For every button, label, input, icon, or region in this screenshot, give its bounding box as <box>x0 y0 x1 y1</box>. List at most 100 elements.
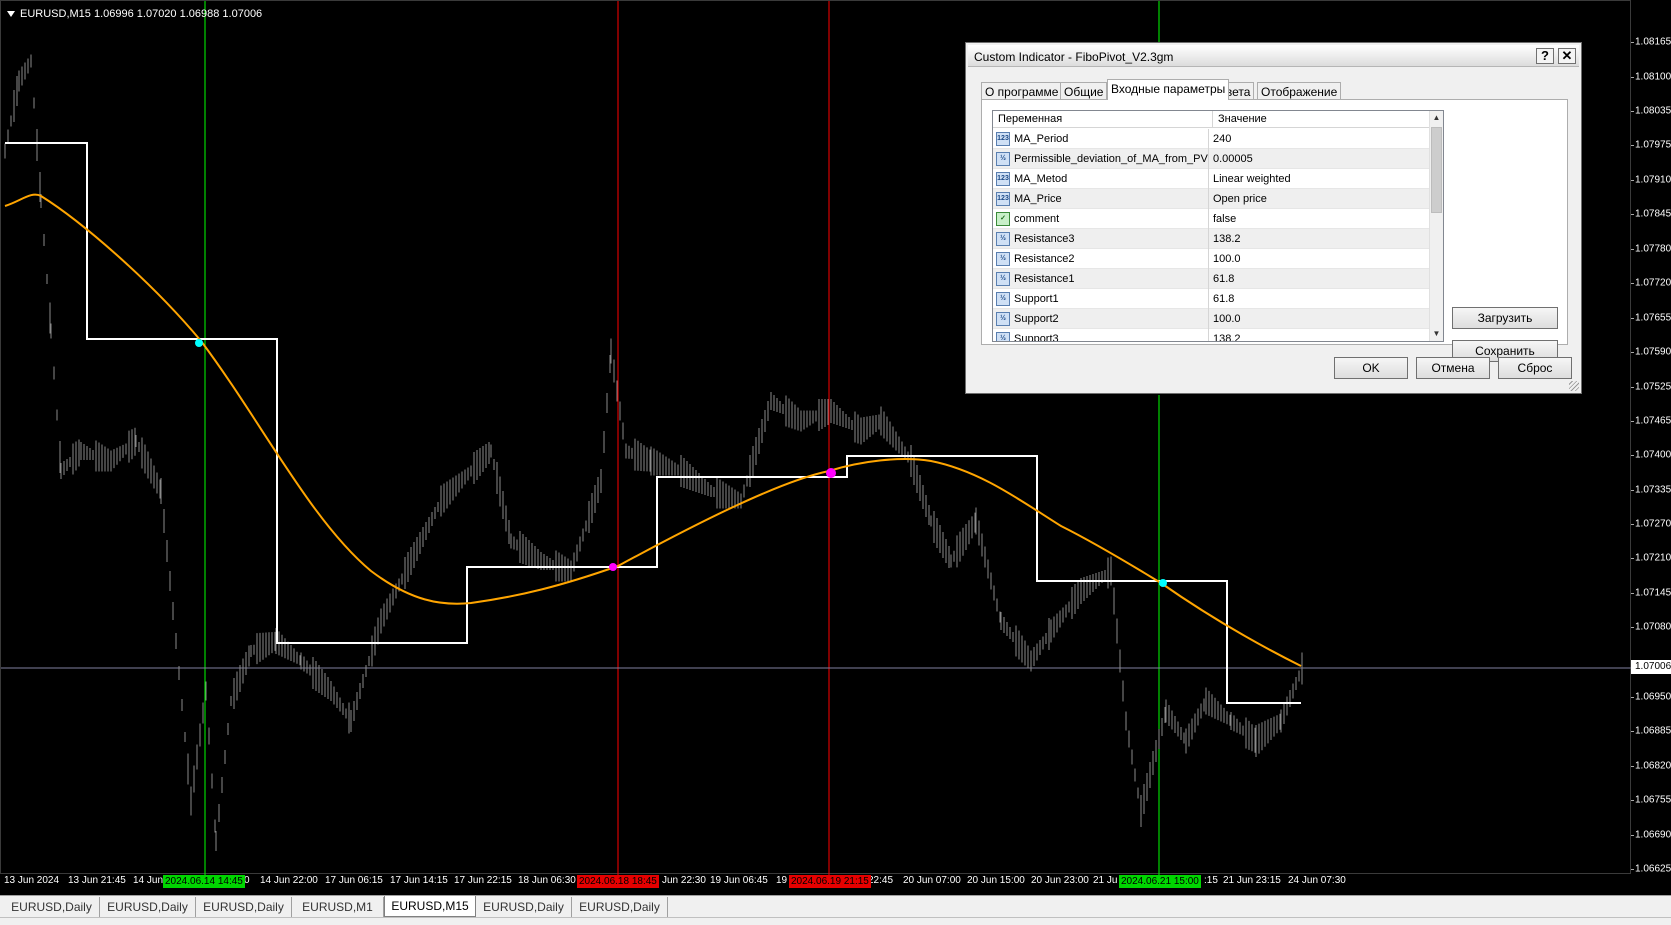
price-tick <box>1631 421 1634 422</box>
double-type-icon: ½ <box>996 152 1010 166</box>
double-type-icon: ½ <box>996 292 1010 306</box>
ma-cross-marker <box>609 563 617 571</box>
chart-tab[interactable]: EURUSD,Daily <box>572 897 668 917</box>
param-value[interactable]: 100.0 <box>1213 249 1431 269</box>
chart-tabs-bar: EURUSD,Daily EURUSD,Daily EURUSD,Daily EURU… <box>0 895 1671 917</box>
price-label: 1.06690 <box>1635 829 1671 841</box>
price-tick <box>1631 627 1634 628</box>
price-tick <box>1631 800 1634 801</box>
price-tick <box>1631 490 1634 491</box>
param-name: Support1 <box>1014 289 1209 309</box>
param-row[interactable]: ½ Resistance1 61.8 <box>993 269 1431 289</box>
param-row[interactable]: ½ Resistance2 100.0 <box>993 249 1431 269</box>
price-axis: 1.08165 1.08100 1.08035 1.07975 1.07910 1.078… <box>1631 0 1671 875</box>
price-label: 1.07465 <box>1635 415 1671 427</box>
current-price-label: 1.07006 <box>1631 660 1671 674</box>
chart-tab[interactable]: EURUSD,Daily <box>4 897 100 917</box>
param-row[interactable]: ½ Support1 61.8 <box>993 289 1431 309</box>
time-label: 20 Jun 23:00 <box>1031 875 1089 886</box>
chart-tab[interactable]: EURUSD,Daily <box>196 897 292 917</box>
param-row[interactable]: 123 MA_Metod Linear weighted <box>993 169 1431 189</box>
time-label: :15 <box>1204 875 1218 886</box>
custom-indicator-dialog[interactable]: Custom Indicator - FiboPivot_V2.3gm ? ✕ … <box>965 42 1582 394</box>
ok-button[interactable]: OK <box>1334 357 1408 379</box>
double-type-icon: ½ <box>996 272 1010 286</box>
chart-tab[interactable]: EURUSD,M1 <box>292 897 384 917</box>
param-value[interactable]: Linear weighted <box>1213 169 1431 189</box>
price-label: 1.07655 <box>1635 312 1671 324</box>
param-row[interactable]: ½ Support3 138.2 <box>993 329 1431 341</box>
price-tick <box>1631 697 1634 698</box>
price-tick <box>1631 77 1634 78</box>
chart-tab[interactable]: EURUSD,M15 <box>384 896 476 917</box>
param-row[interactable]: ½ Permissible_deviation_of_MA_from_PV 0.00… <box>993 149 1431 169</box>
time-label: 17 Jun 22:15 <box>454 875 512 886</box>
price-tick <box>1631 455 1634 456</box>
chart-tab[interactable]: EURUSD,Daily <box>100 897 196 917</box>
param-name: Resistance2 <box>1014 249 1209 269</box>
time-marker-label: 2024.06.19 21:15 <box>789 875 871 888</box>
param-name: MA_Period <box>1014 129 1209 149</box>
param-value[interactable]: 138.2 <box>1213 229 1431 249</box>
param-value[interactable]: 100.0 <box>1213 309 1431 329</box>
cancel-button[interactable]: Отмена <box>1416 357 1490 379</box>
help-icon[interactable]: ? <box>1536 48 1554 64</box>
price-label: 1.07400 <box>1635 449 1671 461</box>
double-type-icon: ½ <box>996 232 1010 246</box>
chart-menu-triangle-icon[interactable] <box>7 11 15 18</box>
price-label: 1.07910 <box>1635 174 1671 186</box>
param-row[interactable]: 123 MA_Period 240 <box>993 129 1431 149</box>
param-row[interactable]: ½ Resistance3 138.2 <box>993 229 1431 249</box>
param-value[interactable]: 240 <box>1213 129 1431 149</box>
price-tick <box>1631 318 1634 319</box>
header-value[interactable]: Значение <box>1213 111 1431 128</box>
param-value[interactable]: 61.8 <box>1213 269 1431 289</box>
param-value[interactable]: 0.00005 <box>1213 149 1431 169</box>
param-row[interactable]: 123 MA_Price Open price <box>993 189 1431 209</box>
price-tick <box>1631 214 1634 215</box>
price-tick <box>1631 42 1634 43</box>
reset-button[interactable]: Сброс <box>1498 357 1572 379</box>
param-value[interactable]: 138.2 <box>1213 329 1431 341</box>
time-label: Jun 22:30 <box>662 875 706 886</box>
status-bar <box>0 917 1671 925</box>
dialog-titlebar[interactable]: Custom Indicator - FiboPivot_V2.3gm ? ✕ <box>968 45 1579 67</box>
price-tick <box>1631 283 1634 284</box>
param-value[interactable]: 61.8 <box>1213 289 1431 309</box>
time-label: 21 Jun 23:15 <box>1223 875 1281 886</box>
close-icon[interactable]: ✕ <box>1558 48 1576 64</box>
dialog-tab[interactable]: О программе <box>981 82 1063 100</box>
chart-tab[interactable]: EURUSD,Daily <box>476 897 572 917</box>
scroll-down-icon[interactable]: ▼ <box>1430 327 1443 341</box>
double-type-icon: ½ <box>996 332 1010 341</box>
param-name: Resistance1 <box>1014 269 1209 289</box>
price-tick <box>1631 180 1634 181</box>
header-variable[interactable]: Переменная <box>993 111 1213 128</box>
grid-scrollbar[interactable]: ▲ ▼ <box>1429 111 1443 341</box>
dialog-title: Custom Indicator - FiboPivot_V2.3gm <box>974 50 1174 64</box>
price-tick <box>1631 766 1634 767</box>
dialog-tab[interactable]: Общие <box>1060 82 1108 100</box>
int-type-icon: 123 <box>996 172 1010 186</box>
dialog-tab[interactable]: Отображение <box>1257 82 1342 100</box>
time-label: 13 Jun 2024 <box>4 875 60 886</box>
param-row[interactable]: ✓ comment false <box>993 209 1431 229</box>
params-grid[interactable]: Переменная Значение 123 MA_Period 240 ½ Perm… <box>992 110 1444 342</box>
param-row[interactable]: ½ Support2 100.0 <box>993 309 1431 329</box>
time-label: 24 Jun 07:30 <box>1288 875 1346 886</box>
price-tick <box>1631 869 1634 870</box>
param-value[interactable]: Open price <box>1213 189 1431 209</box>
param-value[interactable]: false <box>1213 209 1431 229</box>
param-name: MA_Price <box>1014 189 1209 209</box>
time-label: 14 Jun 22:00 <box>260 875 318 886</box>
param-name: Support3 <box>1014 329 1209 341</box>
ma-cross-marker <box>1159 579 1167 587</box>
time-label: 22:45 <box>868 875 894 886</box>
double-type-icon: ½ <box>996 252 1010 266</box>
dialog-tab[interactable]: Входные параметры <box>1107 79 1230 100</box>
resize-grip-icon[interactable] <box>1569 381 1579 391</box>
price-label: 1.06755 <box>1635 794 1671 806</box>
scroll-up-icon[interactable]: ▲ <box>1430 111 1443 125</box>
scroll-thumb[interactable] <box>1431 127 1442 213</box>
load-button[interactable]: Загрузить <box>1452 307 1558 329</box>
